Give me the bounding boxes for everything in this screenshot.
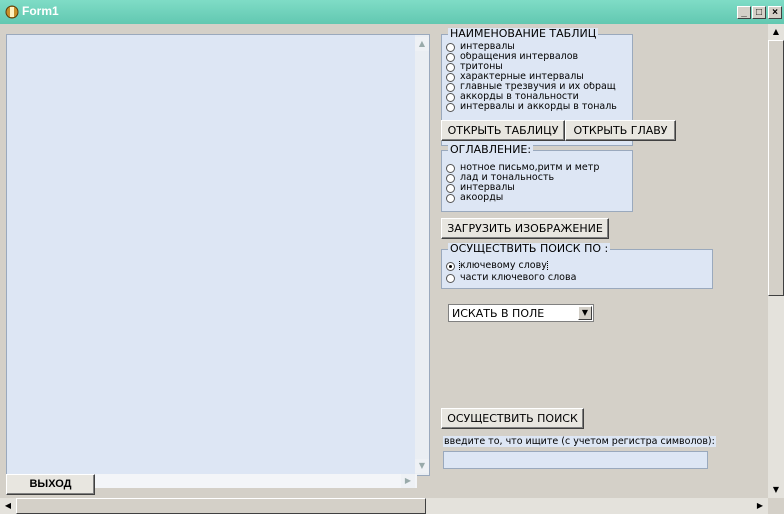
radio-icon [446,52,455,62]
viewer-vertical-scrollbar[interactable]: ▲ ▼ [415,35,429,475]
table-option[interactable]: аккорды в тональности [446,92,632,102]
scroll-up-arrow-icon[interactable]: ▲ [768,24,784,40]
search-button[interactable]: ОСУЩЕСТВИТЬ ПОИСК [441,408,584,429]
radio-icon [446,62,455,72]
scroll-down-arrow-icon[interactable]: ▼ [415,459,429,473]
contents-option[interactable]: лад и тональность [446,173,632,183]
scroll-left-arrow-icon[interactable]: ◀ [0,498,16,514]
open-chapter-button[interactable]: ОТКРЫТЬ ГЛАВУ [565,120,676,141]
table-option[interactable]: интервалы и аккорды в тональ [446,102,632,112]
radio-icon [446,42,455,52]
viewer-horizontal-scrollbar[interactable]: ▶ [95,474,417,488]
radio-icon [446,82,455,92]
load-image-button[interactable]: ЗАГРУЗИТЬ ИЗОБРАЖЕНИЕ [441,218,609,239]
chevron-down-icon[interactable]: ▼ [578,306,592,320]
radio-icon [446,183,455,193]
minimize-button[interactable]: _ [737,6,751,19]
radio-icon [446,173,455,183]
tables-group-title: НАИМЕНОВАНИЕ ТАБЛИЦ [448,27,599,40]
open-table-button[interactable]: ОТКРЫТЬ ТАБЛИЦУ [441,120,565,141]
window-title: Form1 [22,4,59,18]
search-input[interactable] [443,451,708,469]
radio-selected-icon [446,261,455,271]
radio-icon [446,102,455,112]
maximize-button[interactable]: □ [752,6,766,19]
scroll-right-arrow-icon[interactable]: ▶ [401,474,415,488]
table-option[interactable]: тритоны [446,62,632,72]
table-option[interactable]: главные трезвучия и их обращ [446,82,632,92]
search-by-keyword-option[interactable]: ключевому слову [446,261,706,271]
contents-option[interactable]: интервалы [446,183,632,193]
scroll-right-arrow-icon[interactable]: ▶ [752,498,768,514]
content-viewer[interactable]: ▲ ▼ [6,34,430,476]
contents-option[interactable]: акоорды [446,193,632,203]
scroll-down-arrow-icon[interactable]: ▼ [768,482,784,498]
table-option[interactable]: обращения интервалов [446,52,632,62]
radio-icon [446,92,455,102]
contents-option[interactable]: нотное письмо,ритм и метр [446,163,632,173]
scroll-thumb[interactable] [768,40,784,296]
scroll-up-arrow-icon[interactable]: ▲ [415,37,429,51]
search-field-select[interactable]: ИСКАТЬ В ПОЛЕ ▼ [448,304,594,322]
radio-icon [446,72,455,82]
window-vertical-scrollbar[interactable]: ▲ ▼ [768,24,784,498]
search-field-select-value: ИСКАТЬ В ПОЛЕ [452,307,545,320]
window-horizontal-scrollbar[interactable]: ◀ ▶ [0,498,768,514]
table-option[interactable]: характерные интервалы [446,72,632,82]
table-option[interactable]: интервалы [446,42,632,52]
app-icon [5,5,19,19]
radio-icon [446,273,455,283]
search-hint-label: введите то, что ищите (с учетом регистра… [443,436,716,447]
search-by-partial-option[interactable]: части ключевого слова [446,273,706,283]
radio-icon [446,193,455,203]
scroll-thumb[interactable] [16,498,426,514]
contents-group: ОГЛАВЛЕНИЕ: нотное письмо,ритм и метр ла… [441,144,633,212]
exit-button[interactable]: ВЫХОД [6,474,95,495]
contents-group-title: ОГЛАВЛЕНИЕ: [448,143,534,156]
close-button[interactable]: × [768,6,782,19]
search-by-group: ОСУЩЕСТВИТЬ ПОИСК ПО : ключевому слову ч… [441,243,713,289]
search-by-group-title: ОСУЩЕСТВИТЬ ПОИСК ПО : [448,242,611,255]
radio-icon [446,163,455,173]
title-bar: Form1 _ □ × [0,0,784,24]
